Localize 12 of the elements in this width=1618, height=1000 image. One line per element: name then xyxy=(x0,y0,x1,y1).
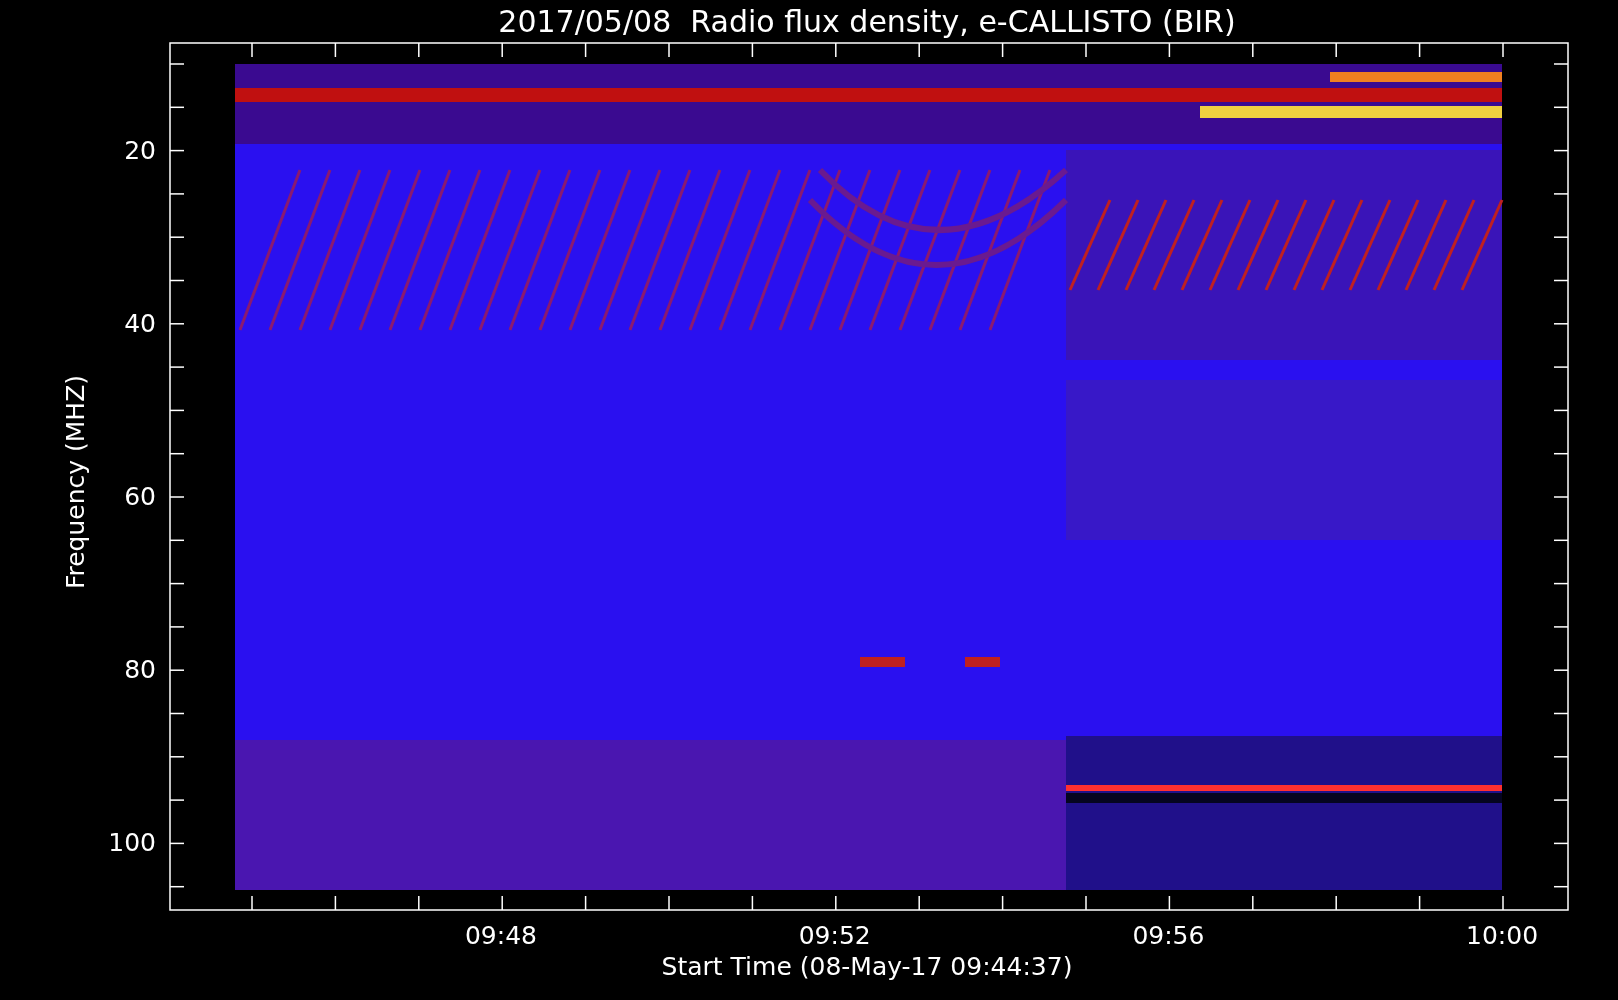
y-tick-label: 40 xyxy=(124,309,156,338)
chart-title: 2017/05/08 Radio flux density, e-CALLISTO (BIR) xyxy=(498,4,1236,39)
x-axis-label: Start Time (08-May-17 09:44:37) xyxy=(661,952,1073,981)
x-tick-label: 09:48 xyxy=(465,921,537,950)
x-tick-label: 10:00 xyxy=(1466,921,1539,950)
y-tick-label: 60 xyxy=(124,482,156,511)
y-tick-label: 100 xyxy=(108,828,156,857)
y-tick-label: 80 xyxy=(124,655,156,684)
y-tick-label: 20 xyxy=(124,136,156,165)
x-tick-label: 09:56 xyxy=(1132,921,1205,950)
x-tick-label: 09:52 xyxy=(798,921,871,950)
y-axis-label: Frequency (MHZ) xyxy=(61,374,90,590)
